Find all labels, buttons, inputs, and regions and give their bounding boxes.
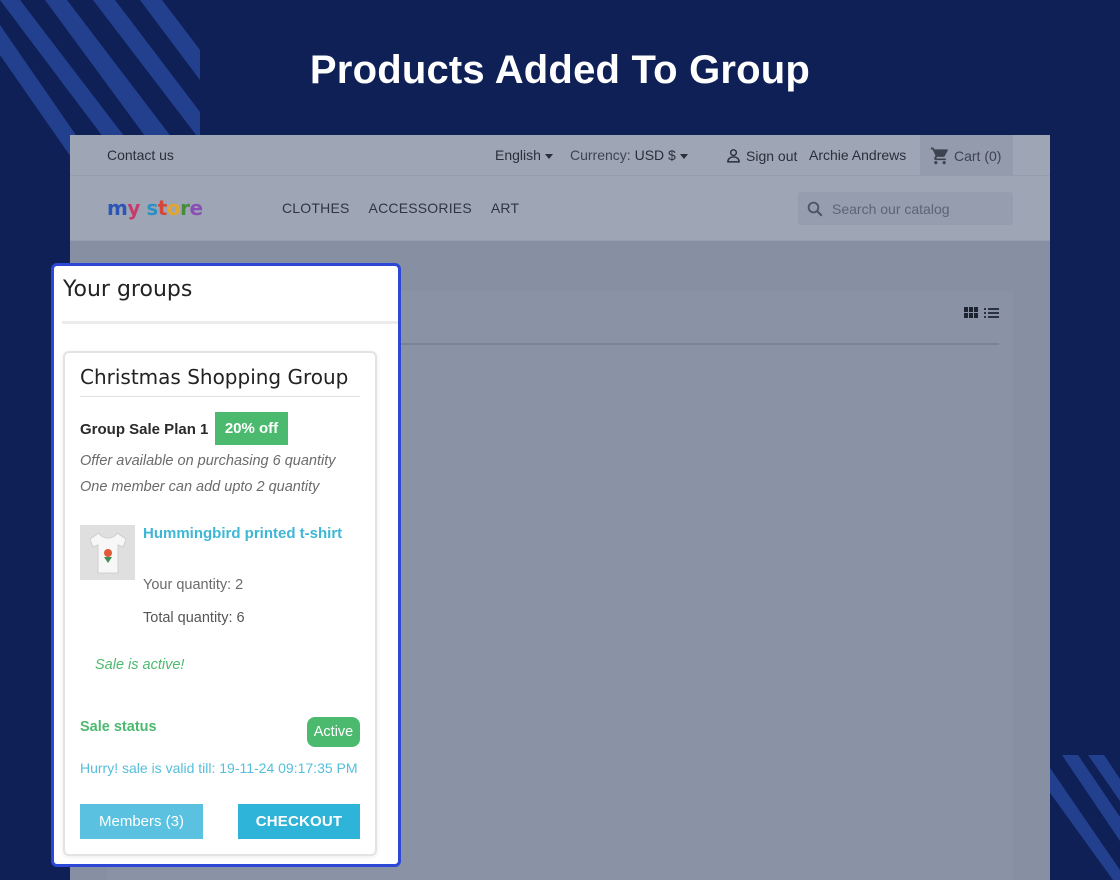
card-divider <box>80 396 360 397</box>
view-toggle <box>964 307 999 319</box>
sale-plan-name: Group Sale Plan 1 <box>80 421 209 438</box>
offer-quantity-text: Offer available on purchasing 6 quantity <box>80 453 336 469</box>
menu-item-art[interactable]: ART <box>491 200 519 216</box>
your-quantity: Your quantity: 2 <box>143 577 244 593</box>
currency-selector[interactable]: Currency: USD $ <box>570 147 688 163</box>
menu-item-accessories[interactable]: ACCESSORIES <box>369 200 472 216</box>
account-name-link[interactable]: Archie Andrews <box>809 147 906 163</box>
sign-out-link[interactable]: Sign out <box>725 147 797 164</box>
caret-down-icon <box>544 153 553 159</box>
your-groups-panel: Your groups Christmas Shopping Group Gro… <box>51 263 401 867</box>
page-title: Products Added To Group <box>309 48 811 92</box>
members-button[interactable]: Members (3) <box>80 804 203 839</box>
sign-out-label: Sign out <box>746 147 798 164</box>
member-limit-text: One member can add upto 2 quantity <box>80 479 320 495</box>
groups-title: Your groups <box>63 277 193 302</box>
currency-label: Currency: <box>570 147 631 163</box>
search-icon <box>807 201 823 216</box>
status-badge: Active <box>307 717 360 747</box>
my-store-logo[interactable]: my store <box>107 196 203 220</box>
language-label: English <box>495 147 541 163</box>
store-header: my store CLOTHES ACCESSORIES ART <box>70 176 1050 241</box>
cart-link[interactable]: Cart (0) <box>920 135 1013 176</box>
group-card: Christmas Shopping Group Group Sale Plan… <box>63 351 377 856</box>
store-topbar: Contact us English Currency: USD $ Sign … <box>70 135 1050 176</box>
discount-badge: 20% off <box>215 412 288 445</box>
product-name-link[interactable]: Hummingbird printed t-shirt <box>143 524 353 543</box>
menu-item-clothes[interactable]: CLOTHES <box>282 200 350 216</box>
search-input[interactable] <box>832 200 1002 217</box>
caret-down-icon <box>679 153 688 159</box>
groups-divider <box>62 321 398 324</box>
contact-us-link[interactable]: Contact us <box>107 147 174 163</box>
cart-label: Cart (0) <box>954 147 1002 164</box>
language-selector[interactable]: English <box>495 147 553 163</box>
currency-value: USD $ <box>634 147 676 163</box>
sale-active-message: Sale is active! <box>95 657 185 673</box>
list-view-icon[interactable] <box>984 307 999 319</box>
sale-status-label: Sale status <box>80 719 157 735</box>
user-icon <box>727 149 740 163</box>
main-menu: CLOTHES ACCESSORIES ART <box>282 200 519 216</box>
sale-valid-till: Hurry! sale is valid till: 19-11-24 09:1… <box>80 760 358 776</box>
checkout-button[interactable]: CHECKOUT <box>238 804 360 839</box>
shopping-cart-icon <box>930 147 948 164</box>
search-box <box>798 192 1013 225</box>
tshirt-icon <box>88 531 127 573</box>
grid-view-icon[interactable] <box>964 307 978 319</box>
product-image[interactable] <box>80 525 135 580</box>
group-name: Christmas Shopping Group <box>80 365 349 389</box>
decorative-stripes-bottom-right <box>1048 755 1120 880</box>
total-quantity: Total quantity: 6 <box>143 610 245 626</box>
